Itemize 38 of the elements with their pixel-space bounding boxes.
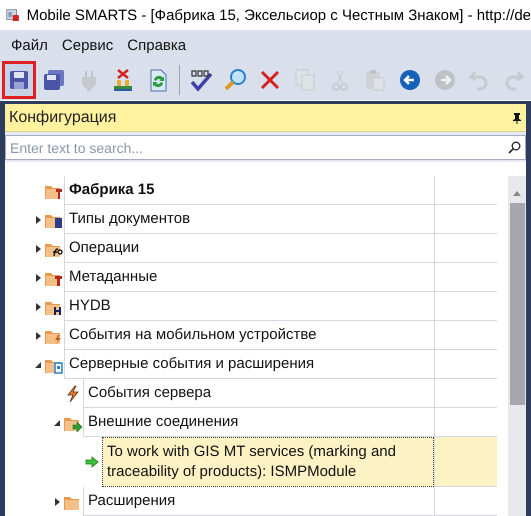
table-cell (434, 350, 497, 379)
menu-item[interactable]: Файл (4, 32, 55, 58)
save-all-icon (42, 68, 66, 92)
menu-item[interactable]: Справка (120, 32, 194, 58)
tree-item[interactable]: Операции (64, 234, 434, 263)
window-title: Mobile SMARTS - [Фабрика 15, Эксельсиор с Честным Знаком] - http://de (26, 6, 531, 24)
search-icon (508, 141, 521, 154)
toolbar-button[interactable] (2, 61, 36, 99)
tree-item[interactable]: Серверные события и расширения (64, 350, 434, 379)
tree-item[interactable]: To work with GIS MT services (marking and traceability of products): ISMPModule (102, 437, 434, 487)
table-cell (434, 263, 497, 292)
panel-title: Конфигурация (9, 108, 116, 126)
table-cell (434, 379, 497, 408)
tree-item[interactable]: Фабрика 15 (64, 176, 434, 205)
scroll-up-icon (512, 189, 522, 197)
tree-item[interactable]: События на мобильном устройстве (64, 321, 434, 350)
search-icon (224, 68, 248, 92)
tree-item[interactable]: Расширения (83, 487, 434, 516)
tree-item[interactable]: Метаданные (64, 263, 434, 292)
table-cell (434, 487, 497, 516)
table-cell (434, 234, 497, 263)
copy-icon (293, 68, 318, 92)
table-cell (434, 176, 497, 205)
search-field[interactable]: Enter text to search... (5, 135, 526, 160)
table-cell (434, 437, 497, 487)
table-cell (434, 205, 497, 234)
tree-item[interactable]: События сервера (83, 379, 434, 408)
forward-icon (432, 68, 457, 92)
back-icon (398, 68, 422, 92)
table-cell (434, 321, 497, 350)
table-cell (434, 292, 497, 321)
spellcheck-icon (188, 68, 213, 92)
pin-icon (512, 112, 522, 124)
scrollbar[interactable] (508, 176, 526, 516)
menu-item[interactable]: Сервис (54, 32, 120, 58)
arrow-icon (84, 456, 98, 468)
tree-item[interactable]: HYDB (64, 292, 434, 321)
tree-item[interactable]: Типы документов (64, 205, 434, 234)
